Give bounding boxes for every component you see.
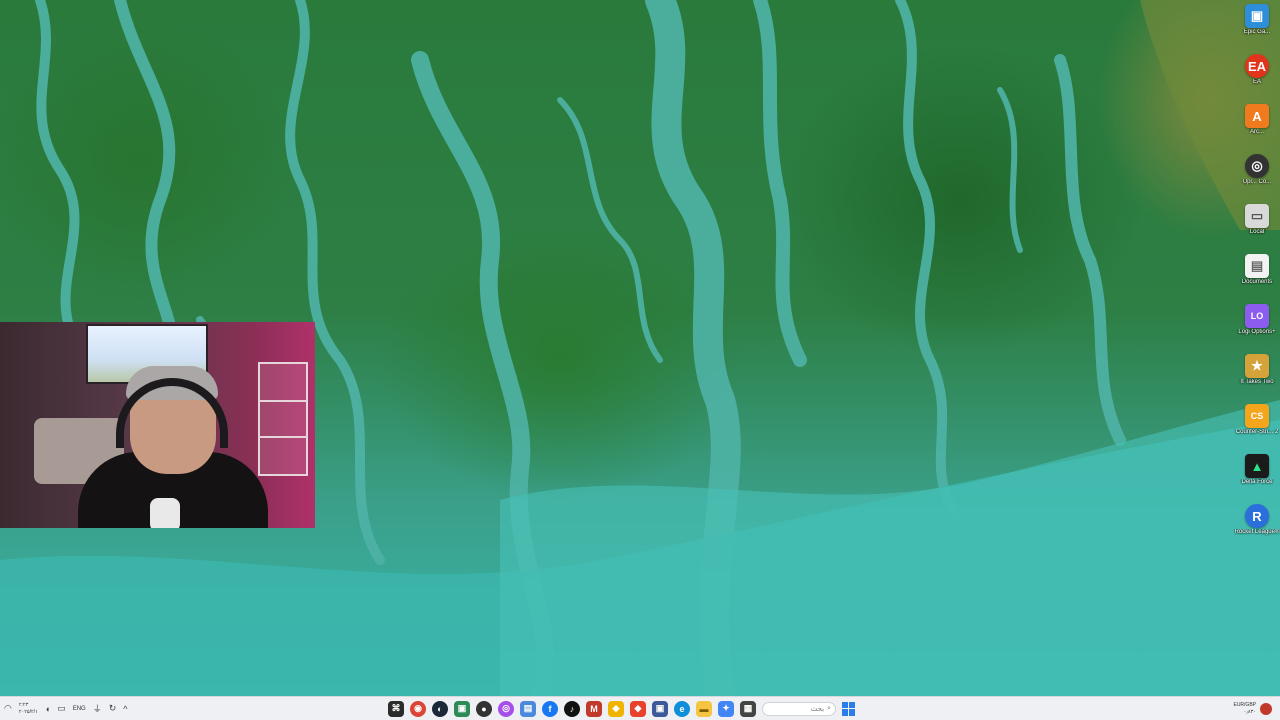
desktop-icon-label: EA [1252,79,1261,85]
app-icon[interactable]: ● [476,700,492,717]
desktop-icon-label: Arc... [1249,129,1264,135]
file-icon: ▭ [1245,204,1269,228]
steam-icon[interactable]: ◐ [432,700,448,717]
facebook-icon[interactable]: f [542,700,558,717]
windows-logo-icon [849,701,855,708]
clock-date: ۲۰۲۵/۲/۱ [18,708,38,715]
taskbar-search[interactable]: بحث ⌕ [762,701,836,716]
microphone-icon[interactable]: ⏚ [93,702,102,715]
currency-value: ۰٫۸۳۰ [1243,708,1256,715]
delta-force-icon: ▲ [1245,454,1269,478]
desktop-icon-label: Epic Ga... [1243,29,1271,35]
taskbar-tray-right: EUR/GBP ۰٫۸۳۰ [1233,697,1272,720]
start-button[interactable] [842,701,856,716]
desktop-icon-label: Delta Force [1241,479,1273,485]
desktop-icon-6[interactable]: ▤ Documents [1234,254,1280,304]
desktop-icon-label: It Takes Two [1240,379,1274,385]
game-icon: ★ [1245,354,1269,378]
taskbar-apps: ⌘ ◉ ◐ ▣ ● ◎ ▤ f ♪ M ◆ ◆ ▣ e ▬ ✦ ▦ بحث ⌕ [388,697,856,720]
rocket-league-icon: R [1245,504,1269,528]
webcam-overlay [0,322,315,528]
app-icon: ◎ [1245,154,1269,178]
desktop-icon-label: Rocket League® [1234,529,1280,535]
ea-icon: EA [1245,54,1269,78]
file-explorer-icon[interactable]: ▬ [696,700,712,717]
language-indicator[interactable]: ENG [73,706,86,712]
desktop-icon-label: Upl... Co... [1242,179,1272,185]
desktop-icon-ea[interactable]: EA EA [1234,54,1280,104]
mail-icon[interactable]: M [586,700,602,717]
desktop-icon-column: ▣ Epic Ga... EA EA A Arc... ◎ Upl... Co.… [1234,4,1280,554]
search-placeholder: بحث [810,704,825,713]
tiktok-icon[interactable]: ♪ [564,700,580,717]
desktop-icon-4[interactable]: ◎ Upl... Co... [1234,154,1280,204]
app-icon[interactable]: ▦ [740,700,756,717]
messenger-icon[interactable]: ◎ [498,700,514,717]
windows-logo-icon [849,709,855,716]
webcam-background-shelf [258,362,308,476]
chrome-icon[interactable]: ◉ [410,700,426,717]
app-icon[interactable]: ▤ [520,700,536,717]
app-icon[interactable]: ▣ [454,700,470,717]
terminal-icon[interactable]: ⌘ [388,700,404,717]
speaker-icon[interactable]: ◖ [45,704,50,714]
webcam-microphone [150,498,180,528]
windows-logo-icon [842,701,848,708]
desktop-icon-8[interactable]: ★ It Takes Two [1234,354,1280,404]
desktop-icon-delta[interactable]: ▲ Delta Force [1234,454,1280,504]
desktop-icon-counter[interactable]: CS Counter-Stri... 2 [1234,404,1280,454]
clock[interactable]: ۲:۲۳ ۲۰۲۵/۲/۱ [19,702,38,716]
desktop-icon-rocket[interactable]: R Rocket League® [1234,504,1280,554]
app-icon[interactable]: ▣ [652,700,668,717]
desktop-icon-label: Documents [1241,279,1273,285]
wifi-icon[interactable]: ◠ [4,703,12,714]
windows-logo-icon [842,709,848,716]
clock-time: ۲:۲۳ [18,701,29,708]
counter-strike-icon: CS [1245,404,1269,428]
logi-options-icon: LO [1245,304,1269,328]
desktop-icon-label: Counter-Stri... 2 [1235,429,1279,435]
taskbar: ◠ ۲:۲۳ ۲۰۲۵/۲/۱ ◖ ▭ ENG ⏚ ↻ ^ ⌘ ◉ ◐ ▣ ● … [0,696,1280,720]
currency-pair: EUR/GBP [1233,701,1256,708]
chevron-up-icon[interactable]: ^ [123,704,127,714]
desktop-icon-arc[interactable]: A Arc... [1234,104,1280,154]
desktop-icon-logi[interactable]: LO Logi Options+ [1234,304,1280,354]
taskbar-tray-left: ◠ ۲:۲۳ ۲۰۲۵/۲/۱ ◖ ▭ ENG ⏚ ↻ ^ [4,697,128,720]
desktop-icon-label: Logi Options+ [1238,329,1276,335]
app-icon: ▣ [1245,4,1269,28]
desktop-icon-label: Local [1249,229,1265,235]
desktop-wallpaper: ▣ Epic Ga... EA EA A Arc... ◎ Upl... Co.… [0,0,1280,696]
edge-icon[interactable]: e [674,700,690,717]
currency-icon[interactable] [1260,702,1272,715]
desktop-icon-5[interactable]: ▭ Local [1234,204,1280,254]
desktop-icon-1[interactable]: ▣ Epic Ga... [1234,4,1280,54]
app-icon[interactable]: ◆ [608,700,624,717]
app-icon[interactable]: ✦ [718,700,734,717]
arc-icon: A [1245,104,1269,128]
document-icon: ▤ [1245,254,1269,278]
sync-icon[interactable]: ↻ [109,703,117,714]
currency-widget[interactable]: EUR/GBP ۰٫۸۳۰ [1233,702,1256,716]
search-icon: ⌕ [827,704,831,712]
app-icon[interactable]: ◆ [630,700,646,717]
display-icon[interactable]: ▭ [57,703,66,714]
